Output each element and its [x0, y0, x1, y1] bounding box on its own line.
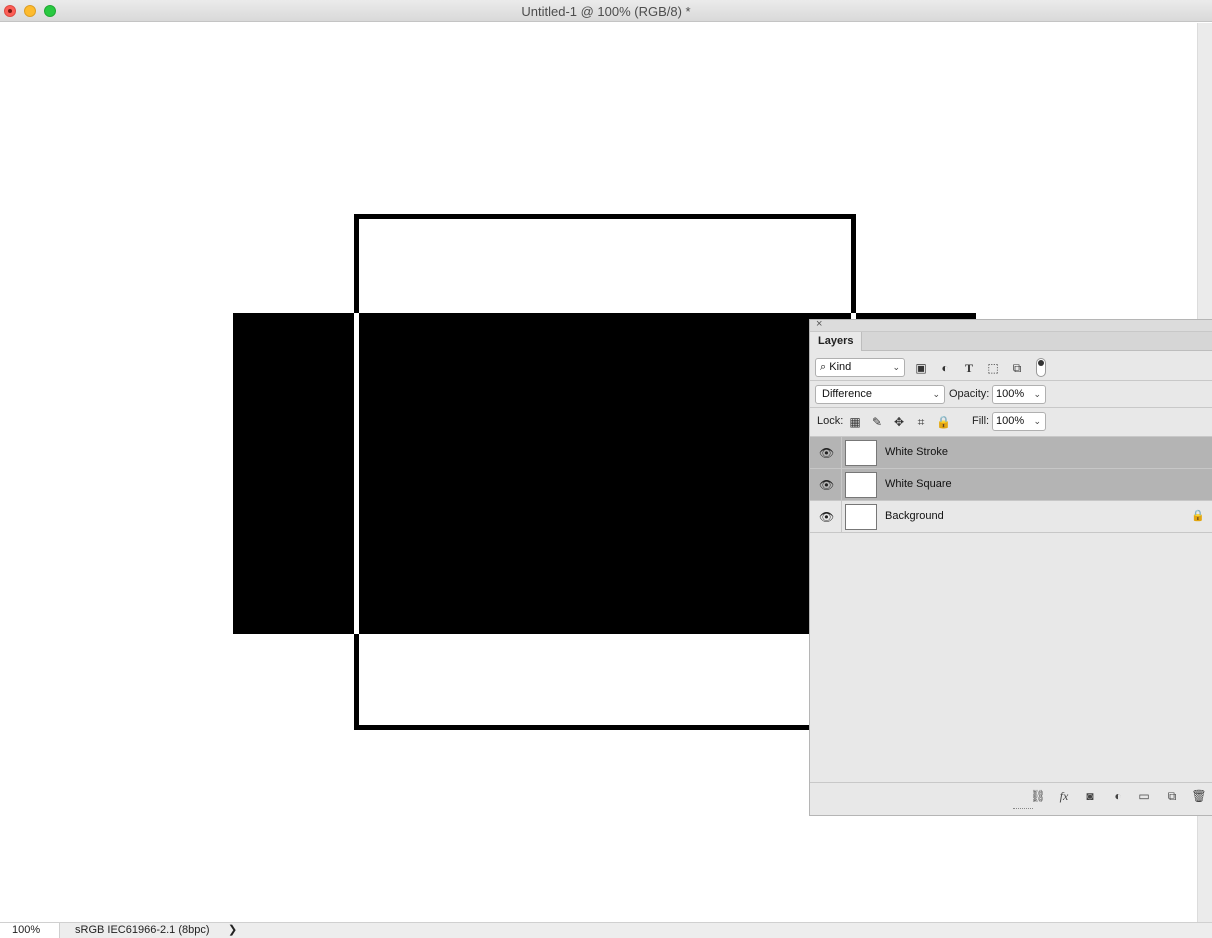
layer-name[interactable]: White Stroke: [885, 446, 948, 458]
window-title: Untitled-1 @ 100% (RGB/8) *: [521, 4, 691, 19]
lock-artboard-icon[interactable]: ⌗: [914, 415, 928, 429]
panel-header[interactable]: ×: [810, 318, 1212, 332]
visibility-cell[interactable]: 👁: [810, 469, 842, 501]
fill-field[interactable]: 100% ⌄: [992, 412, 1046, 431]
link-icon[interactable]: ⛓: [1030, 788, 1046, 804]
new-layer-icon[interactable]: ⧉: [1164, 788, 1180, 804]
smart-object-filter-icon[interactable]: ⧉: [1010, 361, 1024, 375]
visibility-cell[interactable]: 👁: [810, 437, 842, 469]
visibility-cell[interactable]: 👁: [810, 501, 842, 533]
panel-footer: ⛓ fx ◙ ◐ ▭ ⧉ 🗑: [810, 782, 1212, 808]
fx-icon[interactable]: fx: [1056, 788, 1072, 804]
chevron-down-icon[interactable]: ⌄: [1033, 413, 1041, 430]
eye-icon[interactable]: 👁: [819, 446, 834, 460]
divider: [810, 380, 1212, 381]
layer-thumbnail: [845, 440, 877, 466]
document-info: sRGB IEC61966-2.1 (8bpc): [75, 924, 210, 936]
opacity-label: Opacity:: [949, 388, 990, 400]
lock-icon: 🔒: [1191, 510, 1205, 522]
lock-position-icon[interactable]: ✥: [892, 415, 906, 429]
eye-icon[interactable]: 👁: [819, 510, 834, 524]
divider: [810, 407, 1212, 408]
adjustment-icon[interactable]: ◐: [1110, 788, 1126, 804]
status-bar: 100% sRGB IEC61966-2.1 (8bpc) ❯: [0, 922, 1212, 938]
blend-mode-select[interactable]: Difference ⌄: [815, 385, 945, 404]
stroke-rectangle: [354, 214, 856, 730]
chevron-down-icon[interactable]: ⌄: [1033, 386, 1041, 403]
opacity-value: 100%: [996, 388, 1025, 400]
zoom-field[interactable]: 100%: [0, 923, 60, 938]
tab-layers[interactable]: Layers: [810, 332, 863, 351]
opacity-field[interactable]: 100% ⌄: [992, 385, 1046, 404]
stroke-difference-left: [354, 313, 359, 634]
blend-mode-value: Difference: [822, 388, 872, 400]
title-bar: Untitled-1 @ 100% (RGB/8) *: [0, 0, 1212, 22]
pixel-filter-icon[interactable]: ▣: [914, 361, 928, 375]
layer-row[interactable]: 👁 White Square: [810, 469, 1212, 501]
lock-paint-icon[interactable]: ✎: [870, 415, 884, 429]
lock-all-icon[interactable]: 🔒: [936, 415, 951, 429]
layer-thumbnail: [845, 504, 877, 530]
mask-icon[interactable]: ◙: [1082, 788, 1098, 804]
type-filter-icon[interactable]: T: [962, 361, 976, 375]
panel-tab-bar: Layers: [810, 332, 1212, 351]
trash-icon[interactable]: 🗑: [1191, 788, 1207, 804]
layer-row[interactable]: 👁 White Stroke: [810, 437, 1212, 469]
chevron-down-icon: ⌄: [892, 362, 900, 372]
lock-transparent-icon[interactable]: ▦: [848, 415, 862, 429]
status-menu-arrow[interactable]: ❯: [228, 923, 237, 938]
fill-label: Fill:: [972, 415, 990, 427]
layer-name[interactable]: White Square: [885, 478, 952, 490]
layer-row[interactable]: 👁 Background 🔒: [810, 501, 1212, 533]
chevron-down-icon: ⌄: [932, 389, 940, 399]
layer-name[interactable]: Background: [885, 510, 944, 522]
layer-thumbnail: [845, 472, 877, 498]
filter-kind-label: Kind: [829, 361, 852, 373]
panel-resize-handle[interactable]: [1013, 808, 1033, 814]
close-panel-icon[interactable]: ×: [816, 318, 822, 330]
eye-icon[interactable]: 👁: [819, 478, 834, 492]
lock-label: Lock:: [817, 415, 844, 427]
folder-icon[interactable]: ▭: [1136, 788, 1152, 804]
adjustment-filter-icon[interactable]: ◐: [938, 361, 952, 375]
filter-toggle[interactable]: [1036, 358, 1046, 377]
shape-filter-icon[interactable]: ⬚: [986, 361, 1000, 375]
fill-value: 100%: [996, 415, 1025, 427]
search-icon: ⌕: [820, 361, 827, 373]
filter-kind-select[interactable]: ⌕ Kind ⌄: [815, 358, 905, 377]
layers-panel: × Layers ⌕ Kind ⌄ ▣ ◐ T ⬚ ⧉ Difference ⌄…: [809, 318, 1212, 816]
